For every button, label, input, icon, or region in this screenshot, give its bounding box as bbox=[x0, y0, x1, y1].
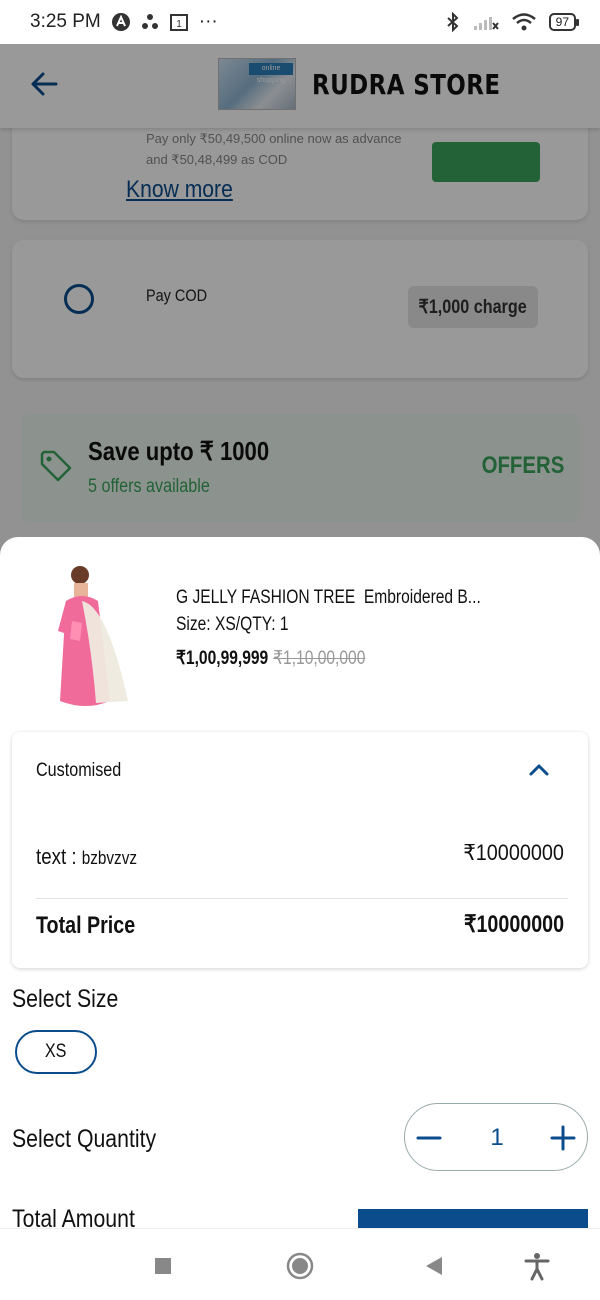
system-nav-bar bbox=[0, 1228, 600, 1300]
fan-notification-icon bbox=[141, 13, 159, 31]
custom-text-label: text : bbox=[36, 844, 82, 869]
product-original-price: ₹1,10,00,000 bbox=[273, 648, 366, 669]
square-icon[interactable] bbox=[148, 1251, 178, 1281]
status-bar: 3:25 PM 1 ··· 97 bbox=[0, 0, 600, 44]
product-bottom-sheet: G JELLY FASHION TREE Embroidered B... Si… bbox=[0, 537, 600, 1300]
cod-charge-text: ₹1,000 charge bbox=[418, 296, 528, 318]
circle-icon[interactable] bbox=[285, 1251, 315, 1281]
app-notification-icon bbox=[111, 12, 131, 32]
store-title: RUDRA STORE bbox=[312, 68, 501, 101]
select-size-label: Select Size bbox=[12, 985, 119, 1013]
svg-text:1: 1 bbox=[176, 19, 182, 30]
customised-title: Customised bbox=[36, 760, 122, 781]
size-option-label: XS bbox=[45, 1041, 67, 1062]
store-logo-text: online shopping bbox=[249, 63, 293, 84]
store-logo: online shopping bbox=[218, 58, 296, 110]
battery-indicator: 97 bbox=[548, 13, 580, 31]
offer-title: Save upto ₹ 1000 bbox=[88, 436, 270, 466]
product-image bbox=[52, 561, 132, 711]
cod-label: Pay COD bbox=[146, 286, 208, 305]
total-price-label: Total Price bbox=[36, 912, 136, 939]
signal-icon bbox=[473, 13, 499, 31]
advance-payment-description: Pay only ₹50,49,500 online now as advanc… bbox=[146, 131, 402, 167]
product-size-qty: Size: XS/QTY: 1 bbox=[176, 614, 289, 635]
triangle-back-icon[interactable] bbox=[420, 1251, 450, 1281]
know-more-link[interactable]: Know more bbox=[126, 176, 233, 204]
product-name: G JELLY FASHION TREE Embroidered B... bbox=[176, 587, 481, 608]
tag-icon bbox=[38, 448, 74, 484]
cod-charge-badge: ₹1,000 charge bbox=[408, 286, 538, 328]
offers-link[interactable]: OFFERS bbox=[481, 452, 564, 480]
quantity-value: 1 bbox=[490, 1124, 504, 1151]
plus-icon[interactable] bbox=[545, 1120, 581, 1156]
custom-text-row: text : bzbvzvz bbox=[36, 844, 137, 870]
advance-payment-button[interactable] bbox=[432, 142, 540, 182]
status-overflow: ··· bbox=[198, 11, 218, 32]
product-price: ₹1,00,99,999 bbox=[176, 648, 269, 669]
chevron-up-icon[interactable] bbox=[526, 760, 552, 780]
offer-subtitle: 5 offers available bbox=[88, 476, 210, 497]
wifi-icon bbox=[511, 12, 537, 32]
back-arrow-icon[interactable] bbox=[28, 68, 60, 100]
product-prices: ₹1,00,99,999 ₹1,10,00,000 bbox=[176, 647, 365, 670]
cod-payment-card[interactable]: Pay COD ₹1,000 charge bbox=[12, 240, 588, 378]
status-time: 3:25 PM bbox=[30, 11, 101, 32]
divider bbox=[36, 898, 568, 899]
minus-icon[interactable] bbox=[411, 1120, 447, 1156]
bluetooth-icon bbox=[445, 12, 461, 32]
accessibility-icon[interactable] bbox=[522, 1251, 552, 1281]
custom-text-amount: ₹10000000 bbox=[463, 840, 564, 865]
quantity-stepper: 1 bbox=[404, 1103, 588, 1171]
customised-card: Customised text : bzbvzvz ₹10000000 Tota… bbox=[12, 732, 588, 968]
custom-text-value: bzbvzvz bbox=[81, 848, 138, 868]
size-option-xs[interactable]: XS bbox=[15, 1030, 97, 1074]
total-price-amount: ₹10000000 bbox=[463, 911, 564, 938]
cod-radio[interactable] bbox=[64, 284, 94, 314]
app-bar: online shopping RUDRA STORE bbox=[0, 44, 600, 128]
select-quantity-label: Select Quantity bbox=[12, 1125, 157, 1153]
offers-banner[interactable]: Save upto ₹ 1000 5 offers available OFFE… bbox=[22, 414, 580, 522]
calendar-notification-icon: 1 bbox=[169, 12, 189, 32]
